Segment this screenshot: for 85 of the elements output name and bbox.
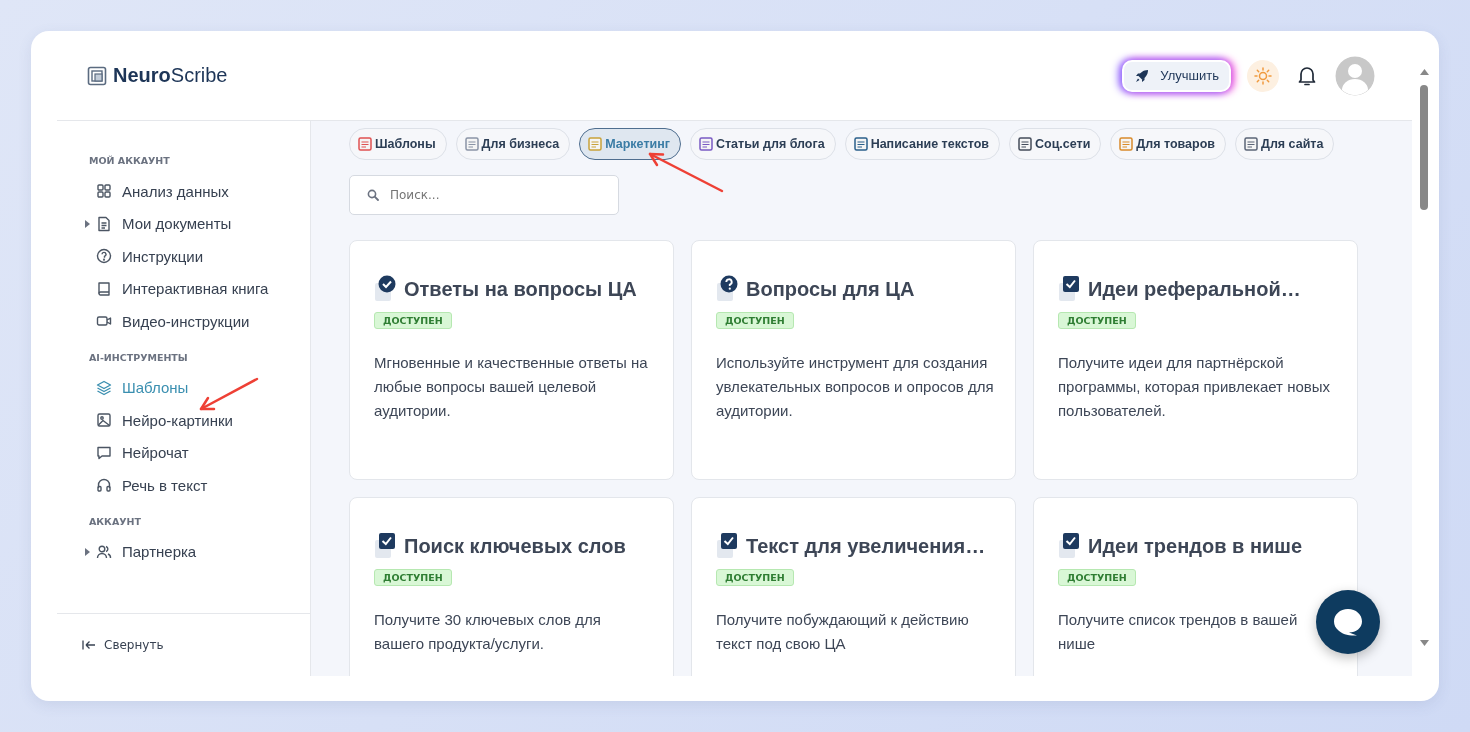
check-circle-icon [374, 275, 398, 303]
category-tab[interactable]: Соц.сети [1008, 128, 1102, 160]
sun-icon [1254, 66, 1272, 85]
document-icon [96, 215, 112, 232]
template-card[interactable]: Идеи трендов в нише ДОСТУПЕН Получите список трендов в вашей нише [1033, 497, 1358, 676]
note-icon [588, 137, 603, 151]
category-tab[interactable]: Для товаров [1110, 128, 1226, 160]
scroll-thumb[interactable] [1420, 85, 1428, 210]
rocket-icon [1134, 67, 1151, 84]
section-heading: АККАУНТ [89, 515, 142, 527]
card-description: Получите 30 ключевых слов для вашего продукта/услуги. [374, 610, 602, 654]
headphones-icon [96, 477, 112, 494]
grid-icon [96, 183, 112, 200]
card-title: Поиск ключевых слов [404, 534, 626, 558]
annotation-arrow [197, 377, 261, 413]
sidebar-item[interactable]: Мои документы [85, 207, 310, 240]
checkbox-icon [1058, 275, 1082, 303]
question-icon [716, 275, 740, 303]
template-card[interactable]: Ответы на вопросы ЦА ДОСТУПЕН Мгновенные и качественные ответы на любые вопросы вашей целевой аудитории. [349, 240, 674, 480]
chat-bubble-icon [1333, 608, 1363, 636]
sidebar-item[interactable]: Шаблоны [85, 371, 310, 404]
sidebar-item[interactable]: Видео-инструкции [85, 305, 310, 338]
status-badge: ДОСТУПЕН [1058, 569, 1136, 586]
category-tab[interactable]: Для сайта [1235, 128, 1335, 160]
question-icon [96, 248, 112, 265]
note-icon [358, 137, 372, 151]
theme-toggle[interactable] [1247, 59, 1279, 92]
layers-icon [96, 379, 112, 396]
template-card[interactable]: Идеи реферальной… ДОСТУПЕН Получите идеи для партнёрской программы, которая привлекает новых пользователей. [1033, 240, 1358, 480]
category-tab[interactable]: Шаблоны [349, 128, 447, 160]
status-badge: ДОСТУПЕН [716, 312, 794, 329]
template-card[interactable]: Текст для увеличения… ДОСТУПЕН Получите побуждающий к действию текст под свою ЦА [691, 497, 1016, 676]
sidebar-item[interactable]: Нейро-картинки [85, 404, 310, 437]
note-icon [1119, 137, 1134, 151]
note-icon [1017, 137, 1032, 151]
sidebar-item[interactable]: Партнерка [85, 535, 310, 568]
card-description: Мгновенные и качественные ответы на любые вопросы вашей целевой аудитории. [374, 353, 649, 421]
note-icon [853, 137, 868, 151]
sidebar-item[interactable]: Интерактивная книга [85, 272, 310, 305]
status-badge: ДОСТУПЕН [374, 312, 452, 329]
book-icon [96, 280, 112, 297]
card-title: Текст для увеличения… [746, 534, 986, 558]
section-heading: МОЙ АККАУНТ [89, 155, 171, 166]
scroll-down-icon[interactable] [1419, 640, 1429, 646]
checkbox-icon [716, 532, 740, 560]
caret-icon [85, 219, 90, 228]
collapse-button[interactable]: Свернуть [57, 613, 310, 676]
note-icon [698, 137, 713, 151]
status-badge: ДОСТУПЕН [716, 569, 794, 586]
bell-icon[interactable] [1297, 64, 1317, 87]
search-field[interactable]: Поиск... [349, 175, 619, 215]
brand-name[interactable]: NeuroScribe [113, 64, 228, 87]
card-description: Получите идеи для партнёрской программы, которая привлекает новых пользователей. [1058, 353, 1332, 421]
image-icon [96, 412, 112, 429]
note-icon [1244, 137, 1258, 151]
upgrade-button[interactable]: Улучшить [1122, 59, 1231, 92]
card-title: Идеи реферальной… [1088, 277, 1301, 301]
card-title: Вопросы для ЦА [746, 277, 915, 301]
caret-icon [85, 547, 90, 556]
card-title: Идеи трендов в нише [1088, 534, 1303, 558]
sidebar-item[interactable]: Речь в текст [85, 469, 310, 502]
category-tab[interactable]: Маркетинг [579, 128, 681, 160]
card-description: Получите побуждающий к действию текст под свою ЦА [716, 610, 970, 654]
note-icon [464, 137, 479, 151]
scroll-up-icon[interactable] [1419, 69, 1429, 75]
checkbox-icon [1058, 532, 1082, 560]
section-heading: AI-ИНСТРУМЕНТЫ [89, 351, 189, 363]
sidebar-item[interactable]: Инструкции [85, 240, 310, 273]
card-description: Используйте инструмент для создания увлекательных вопросов и опросов для аудитории. [716, 353, 994, 421]
template-card[interactable]: Поиск ключевых слов ДОСТУПЕН Получите 30 ключевых слов для вашего продукта/услуги. [349, 497, 674, 676]
logo-icon [87, 65, 107, 86]
category-tab[interactable]: Статьи для блога [689, 128, 836, 160]
checkbox-icon [374, 532, 398, 560]
users-icon [96, 543, 112, 560]
sidebar-item[interactable]: Нейрочат [85, 436, 310, 469]
card-description: Получите список трендов в вашей нише [1058, 610, 1299, 654]
category-tab[interactable]: Написание текстов [844, 128, 1000, 160]
category-tab[interactable]: Для бизнеса [455, 128, 571, 160]
chat-icon [96, 444, 112, 461]
status-badge: ДОСТУПЕН [374, 569, 452, 586]
sidebar-item[interactable]: Анализ данных [85, 175, 310, 208]
status-badge: ДОСТУПЕН [1058, 312, 1136, 329]
card-title: Ответы на вопросы ЦА [404, 277, 637, 301]
collapse-arrow-icon [82, 640, 96, 650]
template-card[interactable]: Вопросы для ЦА ДОСТУПЕН Используйте инструмент для создания увлекательных вопросов и опросов для аудитории. [691, 240, 1016, 480]
